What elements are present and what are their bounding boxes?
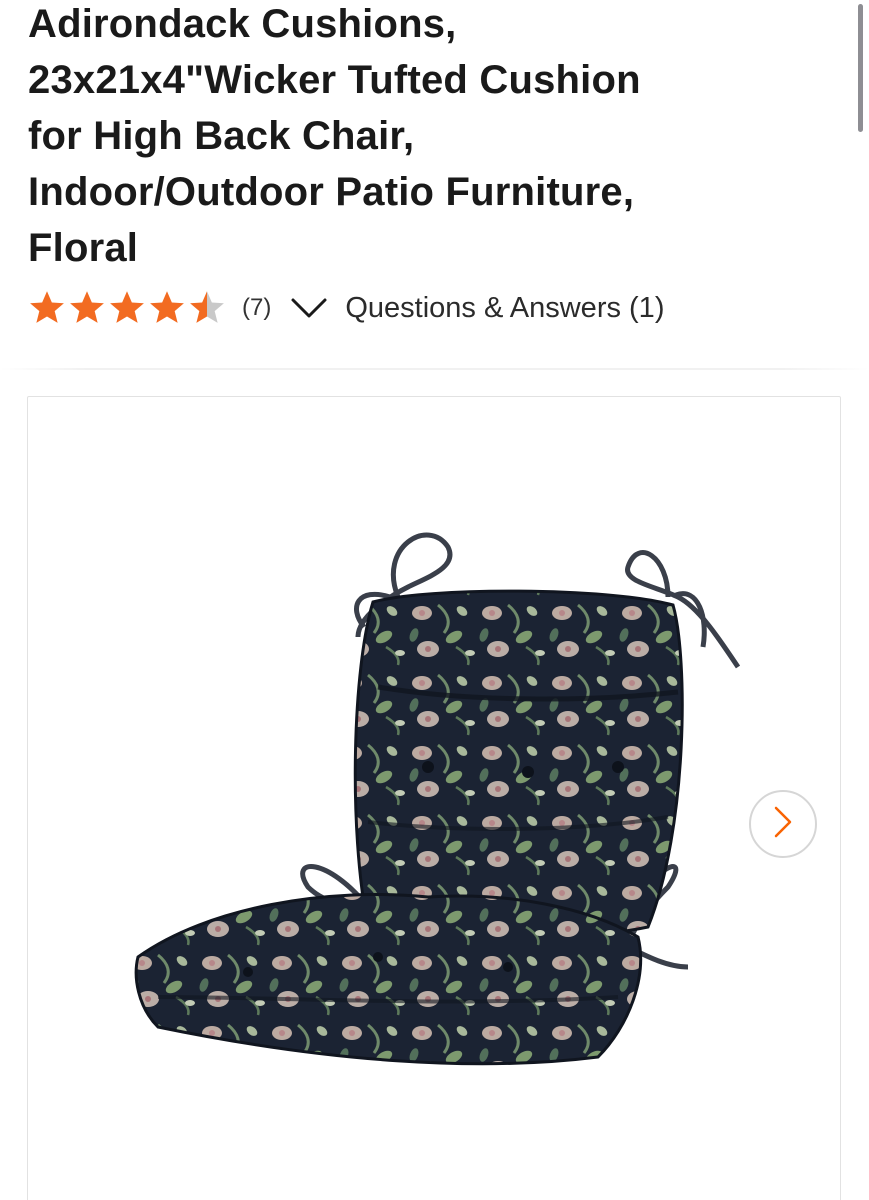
product-title-line: for High Back Chair, — [28, 114, 415, 158]
half-star-icon — [188, 290, 226, 326]
star-icon — [148, 290, 186, 326]
product-title-line: 23x21x4"Wicker Tufted Cushion — [28, 58, 641, 102]
product-title-line: Floral — [28, 226, 139, 270]
star-icon — [28, 290, 66, 326]
scrollbar[interactable] — [858, 4, 863, 132]
review-count[interactable]: (7) — [242, 294, 271, 322]
rating-row: (7) Questions & Answers (1) — [28, 286, 664, 330]
questions-answers-link[interactable]: Questions & Answers (1) — [345, 292, 664, 325]
next-image-button[interactable] — [749, 790, 817, 858]
product-title: Adirondack Cushions, 23x21x4"Wicker Tuft… — [28, 0, 788, 276]
chevron-down-icon[interactable] — [289, 296, 329, 320]
divider — [0, 368, 869, 370]
product-title-line: Indoor/Outdoor Patio Furniture, — [28, 170, 635, 214]
star-rating[interactable] — [28, 290, 226, 326]
product-image-gallery — [27, 396, 841, 1200]
product-image[interactable] — [128, 527, 748, 1087]
product-title-line: Adirondack Cushions, — [28, 2, 457, 46]
star-icon — [108, 290, 146, 326]
chevron-right-icon — [772, 805, 794, 844]
star-icon — [68, 290, 106, 326]
